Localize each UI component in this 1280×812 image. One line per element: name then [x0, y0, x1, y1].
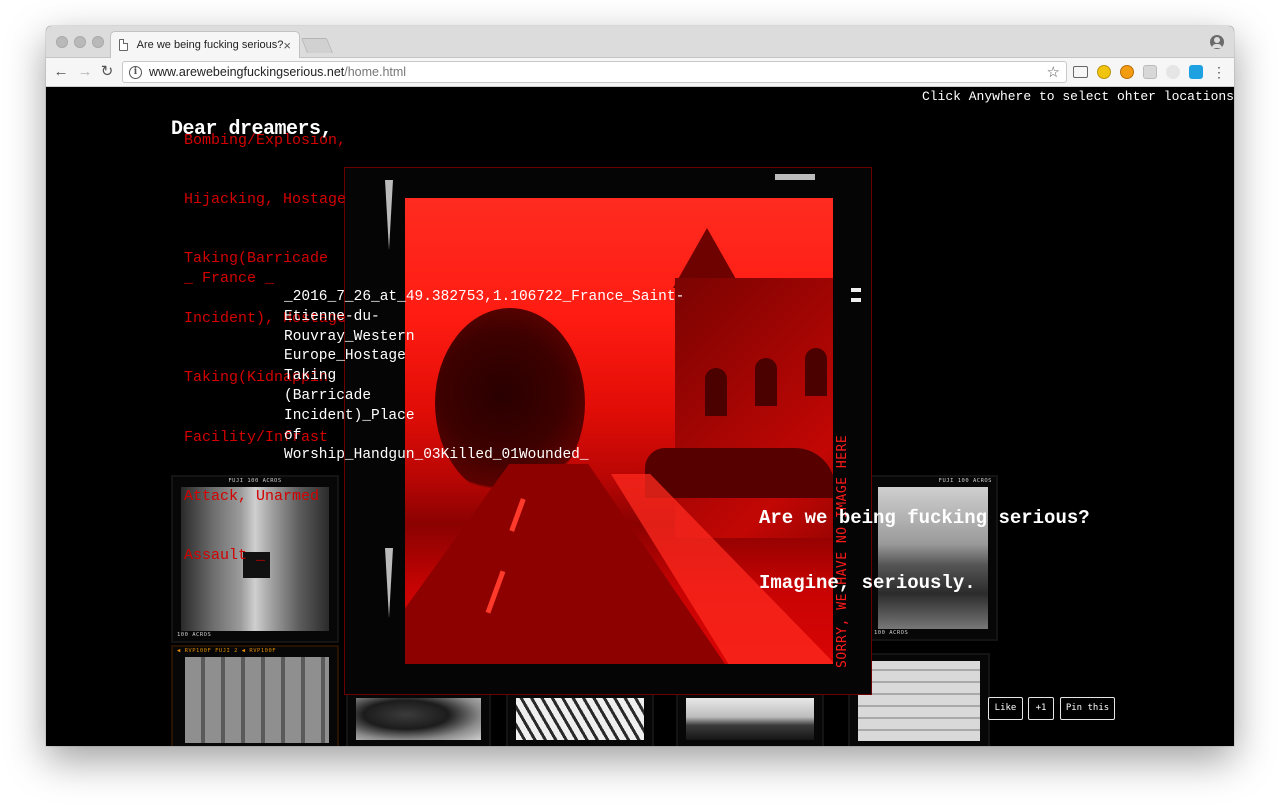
caption-line: Worship_Handgun_03Killed_01Wounded_	[284, 447, 589, 464]
browser-toolbar: ← → ↻ i www.arewebeingfuckingserious.net…	[46, 58, 1234, 87]
search-extension-icon[interactable]	[1097, 65, 1111, 79]
like-button[interactable]: Like	[988, 697, 1023, 720]
imagine-heading: Imagine, seriously.	[759, 572, 976, 594]
vimeo-extension-icon[interactable]	[1189, 65, 1203, 79]
film-edge-label: 100 ACROS	[874, 630, 909, 636]
info-icon[interactable]: i	[129, 65, 142, 79]
screen-extension-icon[interactable]	[1143, 65, 1157, 79]
url-path: /home.html	[344, 65, 407, 79]
incident-caption: _2016_7_26_at_49.382753,1.106722_France_…	[284, 288, 754, 466]
location-hint: Click Anywhere to select ohter locations	[921, 89, 1234, 104]
film-photo-tree[interactable]	[346, 692, 491, 746]
page-icon	[119, 39, 128, 51]
attack-type-line: Attack, Unarmed	[184, 487, 320, 505]
page-canvas[interactable]: FUJI 100 ACROS 100 ACROS ◀ RVP100F FUJI …	[46, 87, 1234, 746]
caption-line: Taking	[284, 368, 337, 385]
tab-close-icon[interactable]: ×	[283, 39, 291, 52]
film-edge-marker	[385, 548, 393, 618]
caption-line: Europe_Hostage	[284, 348, 406, 365]
film-edge-marker	[851, 288, 861, 292]
caption-line: Rouvray_Western	[284, 328, 415, 345]
reload-button[interactable]: ↻	[98, 63, 116, 81]
home-extension-icon[interactable]	[1120, 65, 1134, 79]
profile-icon[interactable]	[1210, 35, 1224, 49]
back-button[interactable]: ←	[52, 63, 70, 81]
pin-this-button[interactable]: Pin this	[1060, 697, 1115, 720]
forward-button[interactable]: →	[76, 63, 94, 81]
film-edge-label: ◀ RVP100F FUJI 2 ◀ RVP100F	[177, 648, 277, 654]
tab-home[interactable]: Are we being fucking serious? ×	[110, 31, 300, 58]
cast-icon[interactable]	[1073, 66, 1088, 78]
tab-bar: Are we being fucking serious? ×	[46, 26, 1234, 58]
caption-line: Etienne-du-	[284, 308, 380, 325]
close-window-icon[interactable]	[56, 36, 68, 48]
caption-line: of	[284, 427, 302, 444]
address-bar[interactable]: i www.arewebeingfuckingserious.net/home.…	[122, 61, 1067, 83]
facade-photo	[185, 657, 329, 743]
church-window	[755, 358, 777, 406]
film-photo-dome[interactable]	[676, 692, 824, 746]
url-host: www.arewebeingfuckingserious.net	[149, 65, 345, 79]
film-edge-label: FUJI 100 ACROS	[938, 478, 992, 484]
country-label: _ France _	[184, 270, 275, 287]
bookmark-star-icon[interactable]: ☆	[1047, 63, 1060, 81]
church-window	[805, 348, 827, 396]
film-edge-marker	[775, 174, 815, 180]
film-edge-marker	[385, 180, 393, 250]
browser-window: Are we being fucking serious? × ← → ↻ i …	[46, 26, 1234, 746]
building-photo	[858, 661, 980, 741]
tab-title: Are we being fucking serious?	[136, 39, 284, 51]
roof-photo	[516, 698, 644, 740]
caption-line: Incident)_Place	[284, 407, 415, 424]
tree-photo	[356, 698, 481, 740]
maximize-window-icon[interactable]	[92, 36, 104, 48]
minimize-window-icon[interactable]	[74, 36, 86, 48]
caption-line: (Barricade	[284, 387, 372, 404]
film-photo-facade[interactable]: ◀ RVP100F FUJI 2 ◀ RVP100F	[171, 645, 339, 746]
film-photo-building-right[interactable]: FUJI 100 ACROS 100 ACROS	[868, 475, 998, 641]
sync-extension-icon[interactable]	[1166, 65, 1180, 79]
dome-photo	[686, 698, 814, 740]
caption-line: _2016_7_26_at_49.382753,1.106722_France_…	[284, 289, 685, 305]
attack-type-line: Hijacking, Hostage	[184, 190, 347, 208]
browser-menu-icon[interactable]: ⋮	[1210, 63, 1228, 81]
plus-one-button[interactable]: +1	[1028, 697, 1054, 720]
question-heading: Are we being fucking serious?	[759, 507, 1090, 529]
no-image-vertical-label: SORRY, WE HAVE NO IMAGE HERE	[835, 434, 850, 668]
attack-type-line: Taking(Barricade	[184, 250, 329, 268]
film-edge-marker	[851, 298, 861, 302]
new-tab-button[interactable]	[300, 38, 334, 53]
attack-type-line: Assault _	[184, 547, 266, 565]
film-edge-label: 100 ACROS	[177, 632, 212, 638]
greeting-heading: Dear dreamers,	[171, 118, 333, 141]
film-photo-roof[interactable]	[506, 692, 654, 746]
